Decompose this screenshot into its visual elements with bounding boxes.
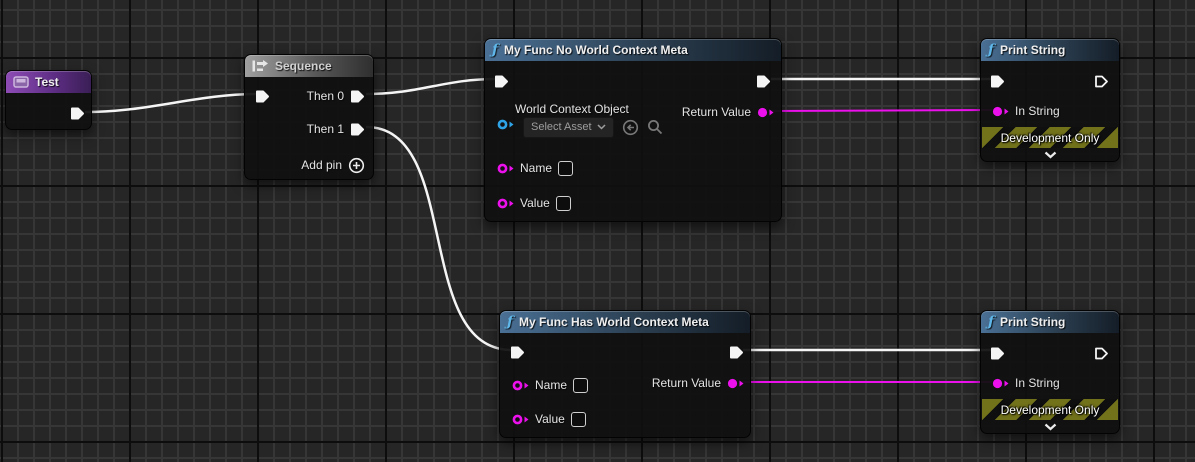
add-pin-button[interactable]: Add pin (301, 156, 365, 174)
in-string-pin[interactable] (992, 105, 1009, 118)
name-pin[interactable] (497, 162, 514, 175)
value-pin-label: Value (535, 412, 565, 426)
then0-exec-output-pin[interactable] (350, 89, 365, 104)
wire-exec-test-to-sequence[interactable] (85, 94, 258, 112)
world-context-object-pin[interactable] (497, 118, 514, 131)
name-field[interactable] (573, 378, 588, 393)
value-pin-label: Value (520, 196, 550, 210)
development-only-banner: Development Only (982, 399, 1118, 420)
select-asset-dropdown[interactable]: Select Asset (523, 117, 614, 138)
add-pin-icon (348, 157, 365, 174)
window-icon (13, 76, 29, 88)
return-value-pin[interactable] (727, 377, 744, 390)
exec-input-pin[interactable] (990, 346, 1005, 361)
value-pin[interactable] (497, 197, 514, 210)
then1-exec-output-pin[interactable] (350, 122, 365, 137)
select-asset-value: Select Asset (531, 121, 592, 133)
then1-pin-label: Then 1 (307, 122, 344, 136)
node-print-string-top[interactable]: ƒ Print String In String Development Onl… (980, 38, 1120, 162)
exec-input-pin[interactable] (990, 74, 1005, 89)
node-test-event[interactable]: Test (5, 70, 92, 130)
exec-input-pin[interactable] (255, 89, 270, 104)
node-title: Test (35, 75, 59, 89)
in-string-pin[interactable] (992, 377, 1009, 390)
world-context-label: World Context Object (515, 102, 629, 116)
function-icon: ƒ (988, 315, 994, 329)
function-icon: ƒ (492, 43, 498, 57)
add-pin-label: Add pin (301, 158, 342, 172)
node-sequence-header[interactable]: Sequence (245, 55, 373, 77)
node-title: My Func No World Context Meta (504, 43, 688, 57)
expand-node-button[interactable] (981, 151, 1119, 159)
exec-output-pin[interactable] (70, 106, 85, 121)
name-pin[interactable] (512, 379, 529, 392)
name-pin-label: Name (520, 161, 552, 175)
function-icon: ƒ (507, 315, 513, 329)
node-my-func-has-world-context-meta[interactable]: ƒ My Func Has World Context Meta Name (499, 310, 751, 438)
wire-exec-then0-to-funcno[interactable] (366, 79, 496, 94)
in-string-pin-label: In String (1015, 376, 1060, 390)
in-string-pin-label: In String (1015, 104, 1060, 118)
node-func-header[interactable]: ƒ Print String (981, 39, 1119, 61)
return-value-pin[interactable] (757, 106, 774, 119)
node-my-func-no-world-context-meta[interactable]: ƒ My Func No World Context Meta Return V… (484, 38, 782, 222)
node-test-header[interactable]: Test (6, 71, 91, 93)
value-pin[interactable] (512, 413, 529, 426)
exec-output-pin[interactable] (1094, 74, 1109, 89)
exec-input-pin[interactable] (494, 74, 509, 89)
node-title: Print String (1000, 315, 1065, 329)
blueprint-graph-canvas[interactable]: Test Sequence Then 0 (0, 0, 1195, 462)
chevron-down-icon (1044, 151, 1057, 159)
exec-input-pin[interactable] (510, 345, 525, 360)
value-field[interactable] (556, 196, 571, 211)
node-sequence[interactable]: Sequence Then 0 Then 1 Add pin (244, 54, 374, 180)
then0-pin-label: Then 0 (307, 89, 344, 103)
sequence-icon (252, 60, 269, 72)
name-pin-label: Name (535, 378, 567, 392)
exec-output-pin[interactable] (1094, 346, 1109, 361)
development-only-label: Development Only (1001, 403, 1100, 417)
development-only-banner: Development Only (982, 127, 1118, 148)
wire-string-funcno-to-print[interactable] (769, 110, 992, 111)
node-func-header[interactable]: ƒ My Func Has World Context Meta (500, 311, 750, 333)
node-title: Sequence (275, 59, 332, 73)
return-value-pin-label: Return Value (652, 376, 721, 390)
browse-asset-search-icon[interactable] (647, 119, 663, 135)
exec-output-pin[interactable] (729, 345, 744, 360)
chevron-down-icon (1044, 423, 1057, 431)
use-selected-asset-icon[interactable] (622, 119, 639, 136)
value-field[interactable] (571, 412, 586, 427)
node-title: Print String (1000, 43, 1065, 57)
name-field[interactable] (558, 161, 573, 176)
exec-output-pin[interactable] (756, 74, 771, 89)
node-title: My Func Has World Context Meta (519, 315, 709, 329)
expand-node-button[interactable] (981, 423, 1119, 431)
node-func-header[interactable]: ƒ Print String (981, 311, 1119, 333)
function-icon: ƒ (988, 43, 994, 57)
return-value-pin-label: Return Value (682, 105, 751, 119)
node-func-header[interactable]: ƒ My Func No World Context Meta (485, 39, 781, 61)
chevron-down-icon (597, 124, 606, 130)
node-print-string-bottom[interactable]: ƒ Print String In String Development Onl… (980, 310, 1120, 434)
development-only-label: Development Only (1001, 131, 1100, 145)
